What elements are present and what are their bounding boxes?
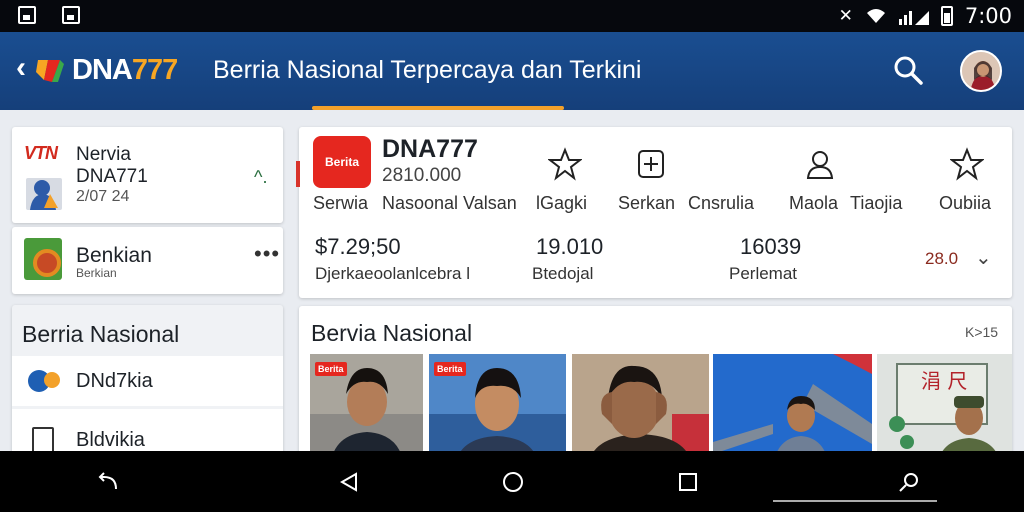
section-title: Berria Nasional: [22, 321, 180, 347]
news-thumbnail[interactable]: [713, 354, 872, 466]
user-pin-icon: [26, 178, 62, 210]
news-card: Bervia Nasional K>15 Berita Berita 涓 尺: [299, 306, 1012, 466]
secondary-subtitle: Berkian: [76, 266, 117, 280]
action-label[interactable]: Tiaojia: [850, 193, 902, 214]
nav-bar: [0, 451, 1024, 512]
stat-label: Btedojal: [532, 264, 594, 283]
logo-icon: [36, 60, 64, 82]
action-label[interactable]: Maola: [789, 193, 838, 214]
action-label[interactable]: Oubiia: [939, 193, 991, 214]
battery-icon: [940, 6, 953, 26]
brand-logo: VTN: [24, 143, 58, 163]
page-title: Berria Nasional Terpercaya dan Terkini: [213, 56, 642, 84]
sidebar-item-label: Bldvikia: [76, 429, 145, 451]
stat-label: Djerkaeoolanlcebra l: [315, 264, 470, 283]
action-label[interactable]: lGagki: [536, 193, 587, 214]
stat-value: $7.29;50: [315, 234, 401, 259]
back-nav-icon[interactable]: [98, 471, 120, 493]
person-icon[interactable]: [780, 147, 860, 183]
secondary-title: Benkian: [76, 244, 152, 267]
stat-label: Perlemat: [729, 264, 798, 283]
clock: 7:00: [964, 4, 1012, 28]
secondary-card[interactable]: Benkian Berkian •••: [12, 227, 283, 294]
expand-link[interactable]: K>15: [965, 324, 998, 340]
channel-desc-1: Serwia: [313, 193, 369, 213]
stat-value: 16039: [740, 234, 802, 259]
stat-value: 19.010: [536, 234, 604, 259]
app-bar: ‹ DNA777 Berria Nasional Terpercaya dan …: [0, 32, 1024, 110]
recents-icon[interactable]: [677, 471, 699, 493]
triangle-back-icon[interactable]: [338, 471, 360, 493]
news-thumbnail[interactable]: 涓 尺: [877, 354, 1012, 466]
title-underline: [312, 106, 564, 110]
news-thumbnail[interactable]: Berita: [310, 354, 423, 466]
signal-icon: [898, 11, 929, 25]
channel-desc-2: Nasoonal Valsan: [382, 193, 517, 213]
action-label[interactable]: Cnsrulia: [688, 193, 754, 214]
medal-icon: [24, 238, 62, 280]
profile-line2: DNA771: [76, 166, 148, 187]
screenshot-icon: [18, 6, 36, 24]
extra-value: 28.0: [925, 249, 959, 268]
svg-text:涓 尺: 涓 尺: [921, 369, 967, 393]
search-icon[interactable]: [892, 54, 924, 86]
add-icon[interactable]: [611, 147, 691, 183]
news-badge: Berita: [434, 362, 466, 376]
star-outline-icon[interactable]: [927, 147, 1007, 183]
news-thumbnail[interactable]: Berita: [429, 354, 566, 466]
chevron-up-icon[interactable]: ^.: [254, 167, 267, 188]
news-section-title: Bervia Nasional: [311, 320, 473, 346]
nav-indicator: [773, 500, 937, 502]
home-icon[interactable]: [502, 471, 524, 493]
bluetooth-icon: ✕: [838, 6, 853, 26]
detail-card: Berita DNA777 2810.000 Serwia Nasoonal V…: [296, 127, 1012, 298]
profile-card[interactable]: VTN Nervia DNA771 2/07 24 ^.: [12, 127, 283, 223]
wifi-icon: [866, 9, 885, 23]
more-icon[interactable]: •••: [254, 241, 280, 267]
channel-name: DNA777: [382, 135, 478, 163]
card-accent: [296, 161, 300, 187]
channel-subtitle: 2810.000: [382, 165, 462, 186]
channel-logo: Berita: [313, 136, 371, 188]
chevron-down-icon[interactable]: ⌄: [975, 245, 992, 270]
dna-icon-accent: [44, 372, 60, 388]
avatar[interactable]: [960, 50, 1002, 92]
sidebar-item[interactable]: DNd7kia: [12, 356, 283, 406]
news-thumbnail[interactable]: [572, 354, 709, 466]
document-icon: [32, 427, 54, 453]
star-icon[interactable]: [525, 147, 605, 183]
image-icon: [62, 6, 80, 24]
action-label[interactable]: Serkan: [618, 193, 675, 214]
app-logo[interactable]: DNA777: [72, 54, 178, 87]
search-nav-icon[interactable]: [898, 471, 920, 493]
sidebar-section: Berria Nasional DNd7kia Bldvikia: [12, 305, 283, 459]
sidebar-item-label: DNd7kia: [76, 370, 153, 392]
back-icon[interactable]: ‹: [16, 53, 26, 83]
profile-line1: Nervia: [76, 144, 131, 165]
status-bar: ✕ 7:00: [0, 0, 1024, 32]
profile-date: 2/07 24: [76, 188, 130, 205]
news-badge: Berita: [315, 362, 347, 376]
